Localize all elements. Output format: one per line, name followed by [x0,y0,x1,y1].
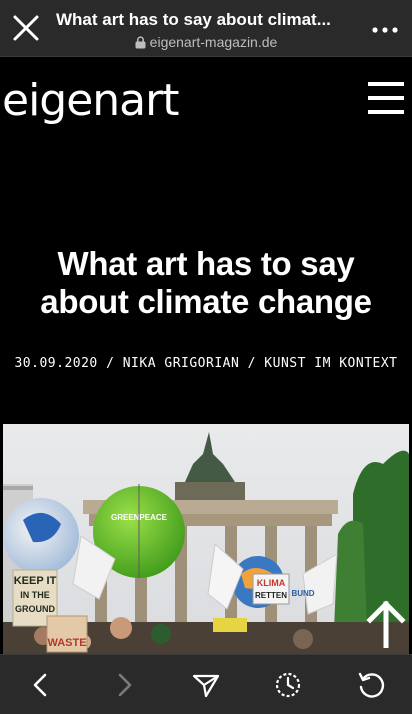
chevron-left-icon [33,673,47,696]
reload-button[interactable] [330,655,412,714]
arrow-up-icon [366,600,406,649]
page-title: What art has to say about climat... [56,10,331,29]
chevron-right-icon [118,673,131,696]
more-icon [372,27,398,33]
browser-top-bar: What art has to say about climat... eige… [0,0,412,57]
sign-retten: RETTEN [255,591,287,600]
sign-bund: BUND [291,589,314,598]
share-button[interactable] [165,655,247,714]
sign-in-the: IN THE [20,590,50,600]
url-domain-row: eigenart-magazin.de [56,33,356,51]
history-button[interactable] [247,655,329,714]
sign-klima: KLIMA [257,578,286,588]
reload-icon [358,672,384,698]
site-logo[interactable]: eigenart [2,75,179,126]
more-button[interactable] [370,16,400,42]
article-headline: What art has to say about climate change [0,245,412,321]
headline-line-1: What art has to say [57,245,355,282]
close-button[interactable] [10,12,42,44]
url-bar[interactable]: What art has to say about climat... eige… [56,8,356,51]
browser-bottom-bar [0,654,412,714]
article-hero-image: GREENPEACE KEEP IT IN THE GROUND WASTE K… [3,424,409,654]
headline-line-2: about climate change [40,283,372,320]
lock-icon [135,35,146,49]
hamburger-icon[interactable] [368,82,406,118]
domain-text: eigenart-magazin.de [149,34,278,50]
scroll-to-top-button[interactable] [366,598,406,649]
sign-waste: WASTE [47,637,86,649]
sign-ground: GROUND [15,604,55,614]
back-button[interactable] [0,655,82,714]
close-icon [13,15,39,41]
forward-button[interactable] [82,655,164,714]
article-meta: 30.09.2020 / NIKA GRIGORIAN / KUNST IM K… [14,356,398,371]
sign-keep-it: KEEP IT [14,575,57,587]
send-icon [192,674,220,697]
history-icon [276,672,301,697]
site-header: eigenart [0,57,412,147]
